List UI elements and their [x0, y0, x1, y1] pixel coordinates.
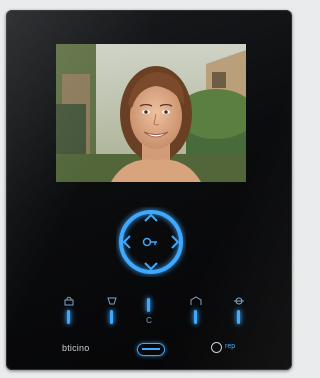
function-key-1[interactable]: [54, 296, 84, 332]
arrow-right-icon[interactable]: [171, 235, 180, 249]
function-key-2[interactable]: [97, 296, 127, 332]
power-tag: rep: [225, 343, 236, 350]
led-indicator: [147, 298, 150, 312]
key-unlock-icon[interactable]: [142, 237, 158, 247]
settings-icon: [234, 297, 244, 305]
led-indicator: [237, 310, 240, 324]
navigation-pad[interactable]: [116, 207, 186, 277]
video-intercom-device: C bticino rep: [6, 10, 292, 370]
arrow-down-icon[interactable]: [144, 262, 158, 271]
function-key-4[interactable]: [181, 296, 211, 332]
door-lock-icon: [64, 296, 74, 306]
function-key-3[interactable]: C: [134, 296, 164, 332]
arrow-up-icon[interactable]: [144, 213, 158, 222]
led-indicator: [194, 310, 197, 324]
power-icon: [211, 342, 222, 353]
led-indicator: [110, 310, 113, 324]
visitor-face-image: [56, 44, 246, 182]
function-key-row: C: [6, 296, 292, 332]
video-screen: [56, 44, 246, 182]
led-indicator: [67, 310, 70, 324]
gate-icon: [190, 296, 202, 305]
power-button[interactable]: rep: [211, 340, 251, 356]
function-key-3-label: C: [146, 316, 152, 325]
speaker-button[interactable]: [137, 343, 165, 356]
light-icon: [107, 297, 117, 305]
arrow-left-icon[interactable]: [122, 235, 131, 249]
function-key-5[interactable]: [224, 296, 254, 332]
brand-logo: bticino: [62, 343, 90, 353]
